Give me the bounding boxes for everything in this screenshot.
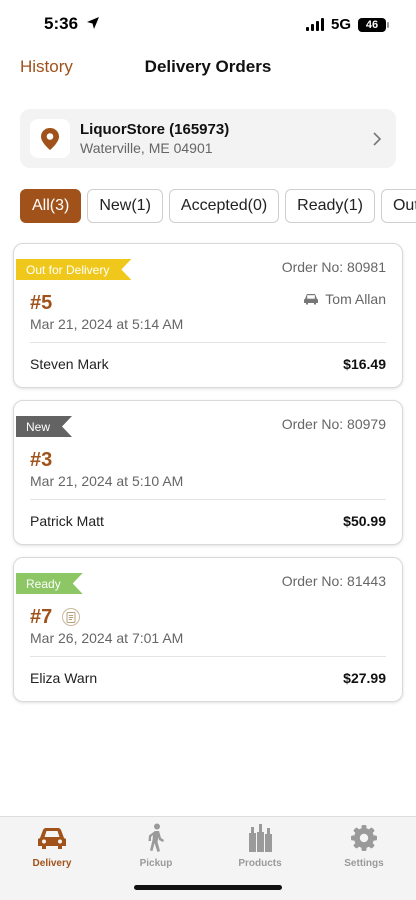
tab-delivery[interactable]: Delivery xyxy=(0,823,104,875)
customer-name: Patrick Matt xyxy=(30,513,104,529)
tab-label: Products xyxy=(238,858,282,869)
status-ribbon: Ready xyxy=(16,573,83,594)
car-icon xyxy=(304,294,319,305)
home-indicator xyxy=(134,885,282,890)
order-ticket: #3 xyxy=(30,449,53,471)
store-selector[interactable]: LiquorStore (165973) Waterville, ME 0490… xyxy=(20,109,396,168)
store-address: Waterville, ME 04901 xyxy=(80,140,213,156)
store-name: LiquorStore (165973) xyxy=(80,121,230,138)
location-pin-icon xyxy=(30,119,70,158)
car-icon xyxy=(36,823,68,853)
gear-icon xyxy=(348,823,380,853)
order-amount: $16.49 xyxy=(343,356,386,372)
tab-pickup[interactable]: Pickup xyxy=(104,823,208,875)
order-date: Mar 21, 2024 at 5:10 AM xyxy=(30,473,184,489)
order-card[interactable]: New Order No: 80979 #3 Mar 21, 2024 at 5… xyxy=(13,400,403,545)
order-amount: $27.99 xyxy=(343,670,386,686)
divider xyxy=(30,656,386,657)
status-ribbon: Out for Delivery xyxy=(16,259,131,280)
status-filter-tabs: All(3) New(1) Accepted(0) Ready(1) Out xyxy=(20,189,416,223)
status-time: 5:36 xyxy=(44,14,79,33)
tab-label: Pickup xyxy=(139,858,173,869)
order-date: Mar 26, 2024 at 7:01 AM xyxy=(30,630,184,646)
history-button[interactable]: History xyxy=(20,57,73,77)
customer-name: Steven Mark xyxy=(30,356,109,372)
filter-tab-new[interactable]: New(1) xyxy=(87,189,163,223)
tab-label: Delivery xyxy=(32,858,72,869)
tab-label: Settings xyxy=(344,858,384,869)
status-bar: 5:36 5G 46 xyxy=(0,0,416,48)
chevron-right-icon xyxy=(373,132,382,146)
driver-name: Tom Allan xyxy=(325,291,386,307)
order-date: Mar 21, 2024 at 5:14 AM xyxy=(30,316,184,332)
order-number: Order No: 81443 xyxy=(281,573,386,589)
battery-icon: 46 xyxy=(358,17,389,32)
tab-settings[interactable]: Settings xyxy=(312,823,416,875)
customer-name: Eliza Warn xyxy=(30,670,98,686)
status-ribbon: New xyxy=(16,416,72,437)
divider xyxy=(30,342,386,343)
walking-person-icon xyxy=(140,823,172,853)
driver-info: Tom Allan xyxy=(303,291,386,307)
divider xyxy=(30,499,386,500)
order-ticket: #7 xyxy=(30,606,53,628)
tab-products[interactable]: Products xyxy=(208,823,312,875)
filter-tab-all[interactable]: All(3) xyxy=(20,189,82,223)
order-card[interactable]: Ready Order No: 81443 #7 Mar 26, 2024 at… xyxy=(13,557,403,702)
header: Delivery Orders History xyxy=(0,48,416,88)
status-indicators: 5G 46 xyxy=(305,16,389,33)
bottles-icon xyxy=(244,823,276,853)
filter-tab-out-for-delivery[interactable]: Out xyxy=(380,189,416,223)
note-icon[interactable] xyxy=(62,608,80,626)
order-card[interactable]: Out for Delivery Order No: 80981 #5 Tom … xyxy=(13,243,403,388)
order-amount: $50.99 xyxy=(343,513,386,529)
network-type: 5G xyxy=(330,16,351,33)
order-ticket: #5 xyxy=(30,292,53,314)
location-arrow-icon xyxy=(87,17,99,29)
filter-tab-accepted[interactable]: Accepted(0) xyxy=(168,189,280,223)
order-number: Order No: 80981 xyxy=(281,259,386,275)
order-number: Order No: 80979 xyxy=(281,416,386,432)
filter-tab-ready[interactable]: Ready(1) xyxy=(285,189,375,223)
signal-icon xyxy=(305,18,324,31)
